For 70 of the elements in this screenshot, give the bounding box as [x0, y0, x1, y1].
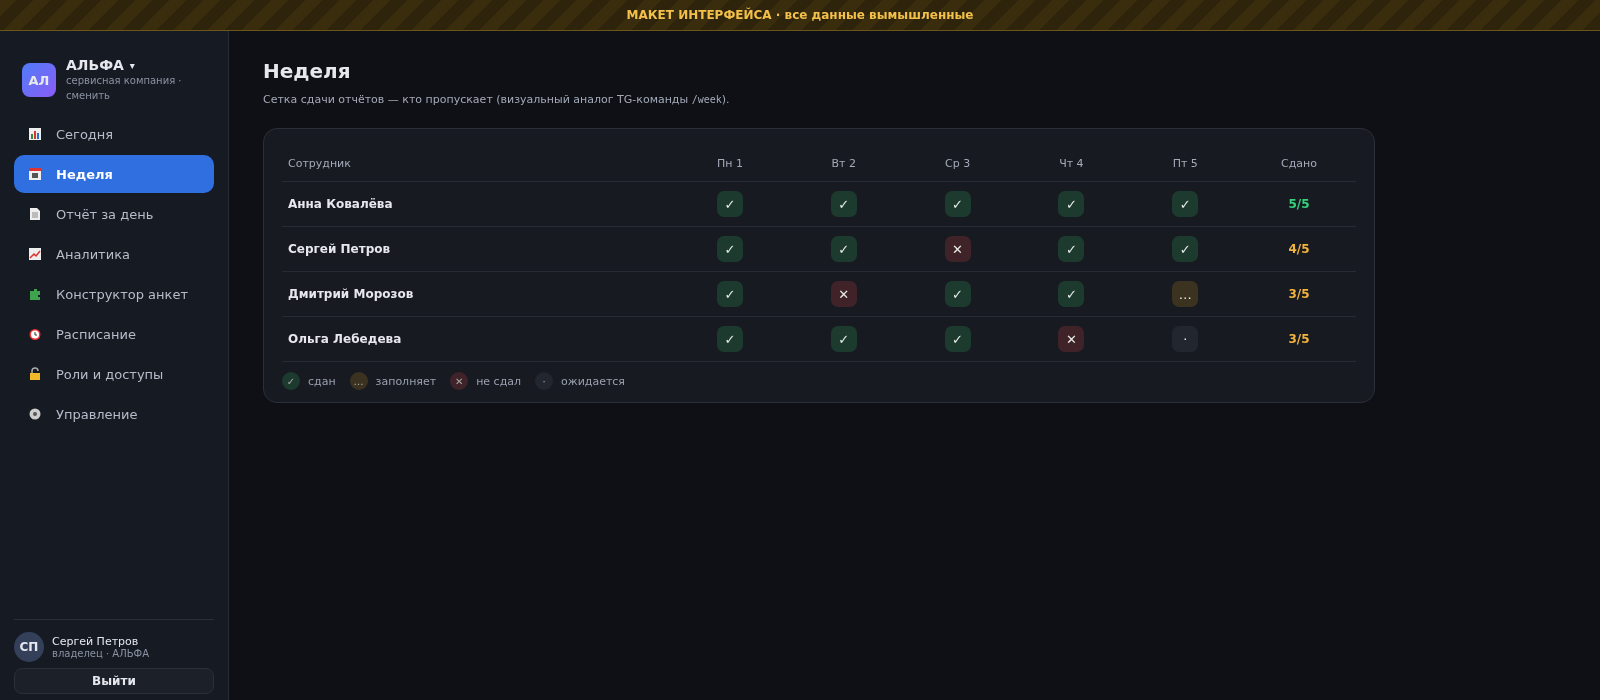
legend-marker: … [349, 372, 368, 390]
nav-item[interactable]: Конструктор анкет [14, 275, 214, 313]
nav-item[interactable]: Роли и доступы [14, 355, 214, 393]
trend-icon [28, 247, 42, 261]
status-chip: ✓ [944, 191, 971, 217]
legend-marker: ✓ [282, 372, 300, 390]
org-logo: АЛ [22, 63, 56, 97]
column-header: Ср 3 [944, 156, 972, 170]
doc-icon [28, 207, 42, 221]
nav-item[interactable]: Аналитика [14, 235, 214, 273]
column-header: Сотрудник [287, 156, 352, 170]
legend-label: заполняет [375, 374, 437, 388]
page-title: Неделя [263, 59, 352, 83]
nav-item[interactable]: Расписание [14, 315, 214, 353]
nav-item[interactable]: Неделя [14, 155, 214, 193]
status-chip: ✓ [1172, 191, 1199, 217]
status-chip: ✓ [830, 326, 857, 352]
legend-marker: ✕ [450, 372, 469, 390]
user-avatar: СП [14, 632, 44, 662]
user-role: владелец · АЛЬФА [52, 648, 150, 659]
puzzle-icon [28, 287, 42, 301]
status-chip: ✕ [1058, 326, 1085, 352]
employee-name: Анна Ковалёва [287, 197, 394, 211]
legend-label: не сдал [476, 374, 521, 388]
status-chip: ✓ [716, 236, 743, 262]
status-chip: ✓ [944, 326, 971, 352]
nav-item[interactable]: Управление [14, 395, 214, 433]
employee-name: Сергей Петров [287, 242, 392, 256]
page-subtitle: Сетка сдачи отчётов — кто пропускает (визуальный аналог TG-команды /week). [263, 93, 731, 106]
legend-marker: · [535, 372, 553, 390]
clock-icon [28, 327, 42, 341]
caret-icon[interactable]: ▾ [129, 59, 135, 71]
status-chip: … [1172, 281, 1199, 307]
legend-label: сдан [308, 374, 336, 388]
status-chip: ✓ [944, 281, 971, 307]
column-header: Чт 4 [1058, 156, 1085, 170]
column-header: Пт 5 [1171, 156, 1199, 170]
nav-item[interactable]: Сегодня [14, 115, 214, 153]
employee-name: Дмитрий Морозов [287, 287, 415, 301]
status-chip: ✓ [716, 281, 743, 307]
status-chip: ✓ [716, 326, 743, 352]
status-chip: ✓ [1058, 281, 1085, 307]
status-chip: ✕ [944, 236, 971, 262]
status-chip: · [1172, 326, 1199, 352]
status-chip: ✓ [1172, 236, 1199, 262]
org-name[interactable]: АЛЬФА [66, 57, 124, 73]
org-subtitle: сервисная компания · [66, 74, 182, 88]
logout-button[interactable]: Выйти [14, 668, 214, 694]
submitted-count: 5/5 [1288, 197, 1310, 211]
legend-label: ожидается [561, 374, 625, 388]
user-name: Сергей Петров [52, 635, 140, 648]
status-chip: ✓ [1058, 236, 1085, 262]
status-chip: ✓ [830, 191, 857, 217]
lock-icon [28, 367, 42, 381]
nav-item[interactable]: Отчёт за день [14, 195, 214, 233]
submitted-count: 4/5 [1288, 242, 1310, 256]
calendar-icon [28, 167, 42, 181]
status-chip: ✓ [830, 236, 857, 262]
submitted-count: 3/5 [1288, 332, 1310, 346]
employee-name: Ольга Лебедева [287, 332, 403, 346]
column-header: Сдано [1280, 156, 1319, 170]
column-header: Пн 1 [715, 156, 744, 170]
status-chip: ✕ [830, 281, 857, 307]
column-header: Вт 2 [830, 156, 857, 170]
submitted-count: 3/5 [1288, 287, 1310, 301]
banner-text: МАКЕТ ИНТЕРФЕЙСА · все данные вымышленные [626, 8, 974, 22]
status-chip: ✓ [716, 191, 743, 217]
status-chip: ✓ [1058, 191, 1085, 217]
chart-icon [28, 127, 42, 141]
switch-link[interactable]: сменить [66, 88, 182, 103]
